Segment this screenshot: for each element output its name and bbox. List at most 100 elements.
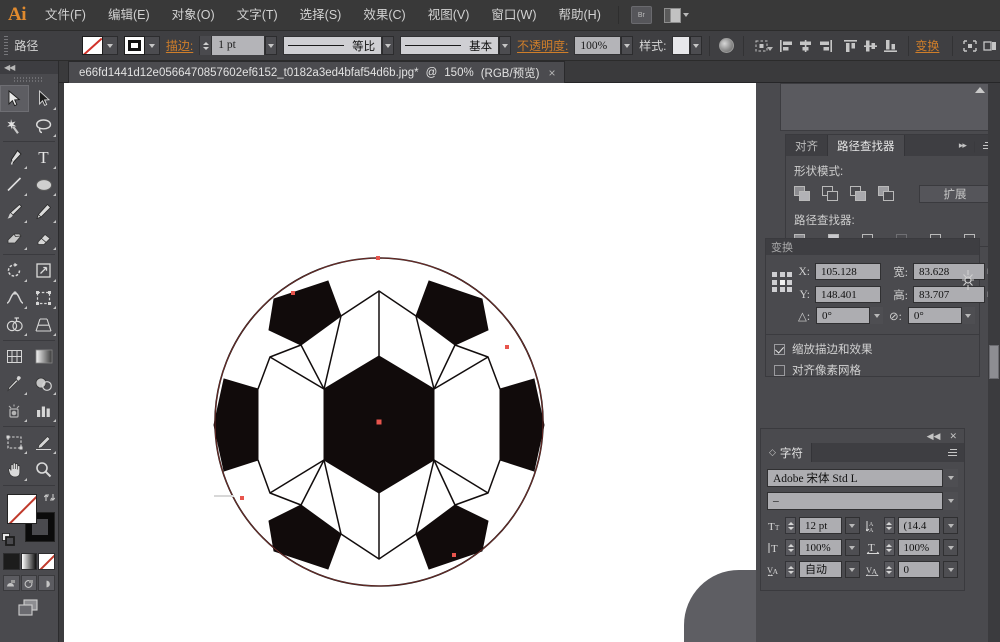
tab-align[interactable]: 对齐 — [786, 135, 828, 156]
pen-tool[interactable] — [0, 144, 29, 171]
eyedropper-tool[interactable] — [0, 370, 29, 397]
document-tab[interactable]: e66fd1441d12e0566470857602ef6152_t0182a3… — [68, 61, 565, 83]
x-input[interactable]: 105.128 — [815, 263, 881, 280]
artboard-tool[interactable] — [0, 429, 29, 456]
leading-dropdown[interactable] — [943, 517, 958, 534]
normal-screen-mode-button[interactable] — [3, 575, 20, 591]
graphic-style-dropdown[interactable] — [690, 36, 701, 55]
full-screen-menubar-button[interactable] — [21, 575, 38, 591]
vertical-scale-dropdown[interactable] — [845, 539, 860, 556]
graphic-style-swatch[interactable] — [672, 36, 690, 55]
fill-dropdown-button[interactable] — [103, 36, 118, 55]
expand-panel-icon[interactable]: ▸▸ — [959, 140, 966, 151]
shear-field[interactable]: 0° — [908, 307, 975, 324]
width-tool[interactable] — [0, 284, 29, 311]
menu-select[interactable]: 选择(S) — [289, 0, 353, 31]
stroke-color-control[interactable] — [124, 36, 160, 55]
color-swatch-button[interactable] — [3, 553, 20, 570]
font-style-dropdown[interactable] — [942, 492, 958, 510]
unite-icon[interactable] — [794, 186, 813, 203]
stroke-weight-dropdown[interactable] — [265, 36, 276, 55]
none-swatch-button[interactable] — [38, 553, 55, 570]
artboard[interactable] — [64, 83, 780, 642]
font-family-dropdown[interactable] — [942, 469, 958, 487]
kerning-field[interactable]: VA 自动 — [767, 561, 860, 578]
menu-help[interactable]: 帮助(H) — [548, 0, 612, 31]
mesh-tool[interactable] — [0, 343, 29, 370]
fill-swatch[interactable] — [82, 36, 103, 55]
free-transform-tool[interactable] — [29, 284, 58, 311]
kerning-stepper[interactable] — [785, 561, 796, 578]
brush-definition-combo[interactable]: 基本 — [400, 36, 499, 55]
recolor-artwork-icon[interactable] — [718, 35, 734, 57]
fill-color-control[interactable] — [82, 36, 118, 55]
slice-tool[interactable] — [29, 429, 58, 456]
kerning-dropdown[interactable] — [845, 561, 860, 578]
tools-panel-header[interactable]: ◀◀ — [0, 61, 58, 74]
align-center-vertical-icon[interactable] — [863, 35, 879, 57]
menu-file[interactable]: 文件(F) — [34, 0, 97, 31]
column-graph-tool[interactable] — [29, 397, 58, 424]
dock-scrollbar[interactable] — [988, 83, 1000, 642]
rotate-tool[interactable] — [0, 257, 29, 284]
magic-wand-tool[interactable] — [0, 112, 29, 139]
exclude-icon[interactable] — [878, 186, 897, 203]
dock-scrollbar-thumb[interactable] — [989, 345, 999, 379]
align-bottom-icon[interactable] — [883, 35, 899, 57]
stroke-weight-label[interactable]: 描边: — [166, 37, 193, 54]
horizontal-scale-value[interactable]: 100% — [898, 539, 941, 556]
scale-strokes-row[interactable]: 缩放描边和效果 — [766, 341, 979, 362]
hand-tool[interactable] — [0, 456, 29, 483]
tracking-stepper[interactable] — [884, 561, 895, 578]
blob-brush-tool[interactable] — [0, 225, 29, 252]
horizontal-scale-stepper[interactable] — [884, 539, 895, 556]
stroke-weight-value[interactable]: 1 pt — [212, 36, 264, 55]
isolate-icon[interactable] — [982, 35, 998, 57]
line-segment-tool[interactable] — [0, 171, 29, 198]
stroke-weight-field[interactable]: 1 pt — [199, 36, 265, 55]
menu-edit[interactable]: 编辑(E) — [97, 0, 161, 31]
align-center-horizontal-icon[interactable] — [798, 35, 814, 57]
shape-builder-tool[interactable] — [0, 311, 29, 338]
vertical-scale-stepper[interactable] — [785, 539, 796, 556]
zoom-tool[interactable] — [29, 456, 58, 483]
menu-effect[interactable]: 效果(C) — [352, 0, 416, 31]
font-style-select[interactable]: – — [767, 492, 958, 510]
paintbrush-tool[interactable] — [0, 198, 29, 225]
opacity-label[interactable]: 不透明度: — [517, 37, 568, 54]
symbol-sprayer-tool[interactable] — [0, 397, 29, 424]
gradient-swatch-button[interactable] — [21, 553, 38, 570]
font-size-stepper[interactable] — [785, 517, 796, 534]
drawing-mode-button[interactable] — [0, 598, 58, 618]
minus-front-icon[interactable] — [822, 186, 841, 203]
opacity-dropdown[interactable] — [621, 36, 632, 55]
expand-button[interactable]: 扩展 — [919, 185, 991, 203]
control-bar-grip[interactable] — [4, 36, 8, 56]
font-family-select[interactable]: Adobe 宋体 Std L — [767, 469, 958, 487]
rotate-value[interactable]: 0° — [817, 310, 869, 322]
tracking-field[interactable]: VA 0 — [866, 561, 959, 578]
bridge-icon[interactable]: Br — [631, 6, 652, 24]
stroke-weight-stepper[interactable] — [200, 36, 212, 55]
collapse-icon[interactable]: ◀◀ — [4, 63, 14, 72]
leading-stepper[interactable] — [884, 517, 895, 534]
ellipse-tool[interactable] — [29, 171, 58, 198]
arrange-documents-button[interactable] — [664, 8, 689, 23]
fill-proxy-swatch[interactable] — [7, 494, 37, 524]
soccer-ball-artwork[interactable] — [210, 253, 548, 591]
menu-type[interactable]: 文字(T) — [226, 0, 289, 31]
constrain-proportions-icon[interactable] — [961, 269, 975, 291]
menu-object[interactable]: 对象(O) — [161, 0, 226, 31]
tracking-value[interactable]: 0 — [898, 561, 941, 578]
intersect-icon[interactable] — [850, 186, 869, 203]
horizontal-scale-dropdown[interactable] — [943, 539, 958, 556]
font-size-dropdown[interactable] — [845, 517, 860, 534]
vertical-scale-value[interactable]: 100% — [799, 539, 842, 556]
lasso-tool[interactable] — [29, 112, 58, 139]
default-fill-stroke-icon[interactable] — [2, 533, 15, 546]
reference-point-widget[interactable] — [772, 272, 794, 294]
align-pixel-row[interactable]: 对齐像素网格 — [766, 362, 979, 383]
envelope-distort-icon[interactable] — [962, 35, 978, 57]
tools-panel-grip[interactable] — [0, 74, 58, 85]
selection-tool[interactable] — [0, 85, 29, 112]
